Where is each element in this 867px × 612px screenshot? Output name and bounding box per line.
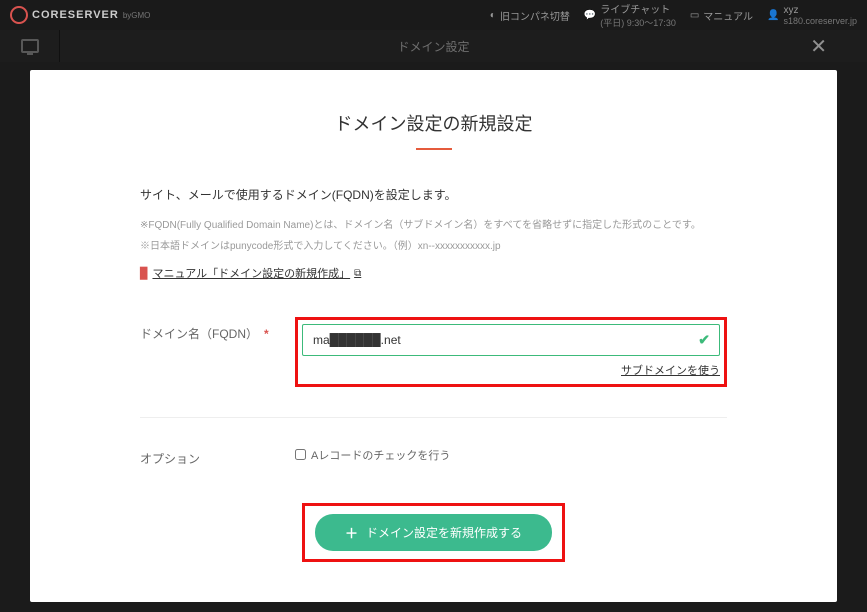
logo-icon <box>10 6 28 24</box>
old-panel-toggle[interactable]: ◐ 旧コンパネ切替 <box>490 8 570 23</box>
chat-icon: 💬 <box>584 10 596 21</box>
option-label: オプション <box>140 442 295 467</box>
manual-link-text: マニュアル「ドメイン設定の新規作成」 <box>152 265 350 281</box>
domain-highlight: ✔ サブドメインを使う <box>295 317 727 387</box>
manual-link[interactable]: ▉ マニュアル「ドメイン設定の新規作成」 ⧉ <box>140 265 361 281</box>
submit-highlight: ＋ ドメイン設定を新規作成する <box>302 503 565 562</box>
user-name: xyz <box>783 5 798 16</box>
logo: CORESERVER byGMO <box>10 6 150 24</box>
chat-label: ライブチャット <box>600 5 670 16</box>
note-punycode: ※日本語ドメインはpunycode形式で入力してください。（例）xn--xxxx… <box>140 238 727 255</box>
submit-label: ドメイン設定を新規作成する <box>366 524 522 541</box>
user-icon: 👤 <box>767 10 779 21</box>
user-menu[interactable]: 👤 xyz s180.coreserver.jp <box>767 5 857 26</box>
title-underline <box>416 148 452 150</box>
plus-icon: ＋ <box>345 523 358 542</box>
intro-text: サイト、メールで使用するドメイン(FQDN)を設定します。 <box>140 186 727 203</box>
user-server: s180.coreserver.jp <box>783 16 857 26</box>
note-fqdn: ※FQDN(Fully Qualified Domain Name)とは、ドメイ… <box>140 217 727 234</box>
chat-hours: (平日) 9:30〜17:30 <box>600 16 676 29</box>
a-record-checkbox[interactable] <box>295 449 306 460</box>
required-mark: * <box>264 327 269 341</box>
domain-input[interactable] <box>302 324 720 356</box>
external-link-icon: ⧉ <box>354 268 361 279</box>
a-record-label: Aレコードのチェックを行う <box>311 447 450 463</box>
old-panel-label: 旧コンパネ切替 <box>500 8 570 23</box>
book-icon: ▉ <box>140 267 148 280</box>
book-icon: ▭ <box>690 10 699 21</box>
subdomain-link[interactable]: サブドメインを使う <box>302 362 720 378</box>
manual-link-top[interactable]: ▭ マニュアル <box>690 8 753 23</box>
submit-button[interactable]: ＋ ドメイン設定を新規作成する <box>315 514 552 551</box>
modal-title: ドメイン設定の新規設定 <box>140 110 727 136</box>
live-chat[interactable]: 💬 ライブチャット (平日) 9:30〜17:30 <box>584 1 676 29</box>
toggle-icon: ◐ <box>490 10 496 21</box>
a-record-checkbox-wrap[interactable]: Aレコードのチェックを行う <box>295 447 727 463</box>
logo-text: CORESERVER <box>32 9 119 21</box>
domain-label: ドメイン名（FQDN）* <box>140 317 295 342</box>
logo-subtext: byGMO <box>123 11 151 20</box>
check-icon: ✔ <box>698 332 710 349</box>
manual-label: マニュアル <box>703 8 753 23</box>
domain-new-modal: ドメイン設定の新規設定 サイト、メールで使用するドメイン(FQDN)を設定します… <box>30 70 837 602</box>
